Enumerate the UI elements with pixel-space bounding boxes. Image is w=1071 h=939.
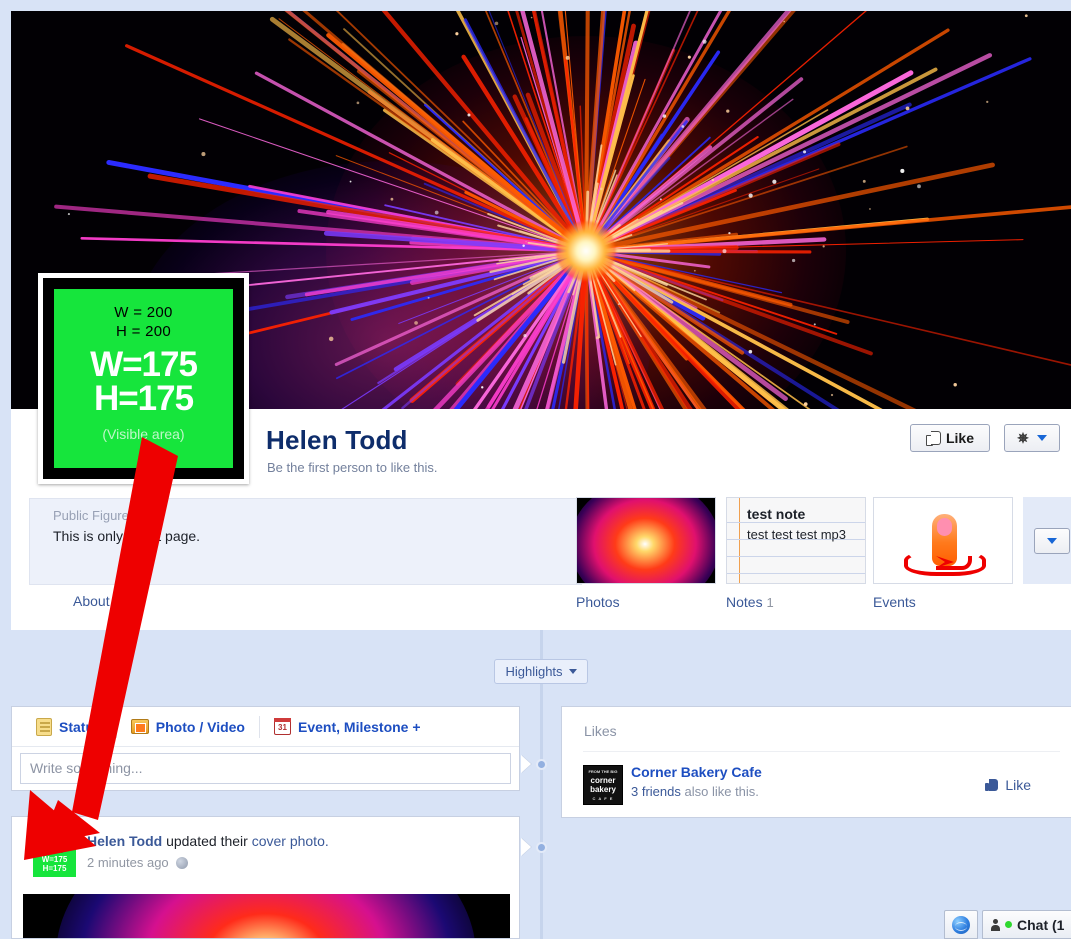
timeline-pointer	[521, 838, 531, 856]
chat-label: Chat (1	[1017, 916, 1065, 933]
tile-notes-count: 1	[766, 595, 774, 610]
thumbs-up-icon	[985, 778, 999, 792]
highlights-dropdown[interactable]: Highlights	[494, 659, 588, 684]
post-timestamp[interactable]: 2 minutes ago	[87, 855, 169, 870]
pp-w200-label: W = 200	[114, 304, 173, 321]
post-header: Helen Todd updated their cover photo.	[87, 833, 329, 849]
avatar-visible-area: (Visible area)	[33, 876, 76, 877]
profile-picture[interactable]: W = 200 H = 200 W=175 H=175 (Visible are…	[38, 273, 249, 484]
composer-tab-photo-label: Photo / Video	[155, 718, 245, 735]
post-action: updated their	[162, 833, 252, 849]
chevron-down-icon	[568, 669, 577, 674]
more-tiles-area	[1023, 497, 1071, 584]
gear-icon: ✵	[1017, 430, 1029, 446]
notes-thumbnail[interactable]: test note test test test mp3	[726, 497, 866, 584]
timeline-post: W = 200 H = 200 W=175 H=175 (Visible are…	[11, 816, 520, 939]
tile-notes-label[interactable]: Notes 1	[726, 594, 866, 610]
liked-page-name[interactable]: Corner Bakery Cafe	[631, 764, 762, 780]
like-link[interactable]: Like	[985, 777, 1031, 793]
logo-line-2: bakery	[590, 785, 616, 794]
post-object-link[interactable]: cover photo.	[252, 833, 329, 849]
logo-line-3: C A F E	[592, 796, 614, 801]
timeline-dot	[536, 759, 547, 770]
chat-button[interactable]: Chat (1	[982, 910, 1071, 939]
globe-icon	[952, 915, 970, 934]
like-button[interactable]: Like	[910, 424, 990, 452]
pp-h175-label: H=175	[93, 379, 194, 418]
post-composer[interactable]: Status Photo / Video 31 Event, Milestone…	[11, 706, 520, 791]
about-box: Public Figure This is only a test page.	[29, 498, 582, 585]
globe-icon	[175, 856, 188, 869]
pp-h200-label: H = 200	[115, 323, 172, 340]
pp-visible-area-label: (Visible area)	[102, 426, 185, 442]
avatar-h175: H=175	[42, 864, 67, 873]
thumbs-up-icon	[925, 431, 941, 446]
friends-suffix: also like this.	[680, 784, 759, 799]
composer-tab-status-label: Status	[59, 718, 102, 735]
note-body: test test test mp3	[747, 527, 846, 542]
tile-photos[interactable]: Photos	[576, 497, 716, 610]
more-tiles-button[interactable]	[1034, 527, 1070, 554]
tile-photos-label[interactable]: Photos	[576, 594, 716, 610]
photos-thumbnail[interactable]	[576, 497, 716, 584]
composer-tabs: Status Photo / Video 31 Event, Milestone…	[12, 707, 519, 747]
avatar[interactable]: W = 200 H = 200 W=175 H=175 (Visible are…	[33, 834, 76, 877]
page-settings-button[interactable]: ✵	[1004, 424, 1060, 452]
timeline-dot	[536, 842, 547, 853]
calendar-icon: 31	[274, 718, 291, 735]
facebook-page-screenshot: W = 200 H = 200 W=175 H=175 (Visible are…	[0, 0, 1071, 939]
notifications-globe-button[interactable]	[944, 910, 978, 939]
like-button-label: Like	[945, 430, 974, 446]
page-category: Public Figure	[53, 508, 129, 523]
corner-bakery-logo[interactable]: FROM THE BIG corner bakery C A F E	[583, 765, 623, 805]
highlights-label: Highlights	[505, 664, 563, 679]
chevron-down-icon	[1047, 537, 1057, 544]
post-photo[interactable]	[23, 894, 510, 938]
composer-tab-status[interactable]: Status	[22, 707, 116, 747]
profile-picture-image: W = 200 H = 200 W=175 H=175 (Visible are…	[54, 289, 233, 468]
composer-input[interactable]: Write something...	[20, 753, 511, 784]
photo-video-icon	[130, 719, 149, 734]
fireworks-core	[556, 221, 616, 281]
online-status-dot	[1005, 921, 1012, 928]
info-tiles-row: Public Figure This is only a test page. …	[11, 489, 1071, 630]
likes-title: Likes	[584, 723, 617, 739]
page-title: Helen Todd	[266, 425, 408, 455]
logo-line-1: corner	[590, 776, 616, 785]
likes-box: Likes FROM THE BIG corner bakery C A F E…	[561, 706, 1071, 818]
page-description: This is only a test page.	[53, 528, 201, 544]
profile-picture-border: W = 200 H = 200 W=175 H=175 (Visible are…	[43, 278, 244, 479]
chevron-down-icon	[1036, 435, 1047, 441]
fingernail-icon	[937, 518, 952, 536]
person-icon	[991, 918, 1000, 931]
avatar-w175: W=175	[41, 855, 68, 864]
like-link-label: Like	[1005, 777, 1031, 793]
note-margin-line	[739, 498, 740, 583]
pp-w175-label: W=175	[90, 345, 198, 384]
bottom-chat-bar: Chat (1	[944, 910, 1071, 939]
tile-notes[interactable]: test note test test test mp3 Notes 1	[726, 497, 866, 610]
divider	[583, 751, 1060, 752]
composer-tab-event-label: Event, Milestone +	[298, 718, 421, 735]
status-note-icon	[36, 717, 52, 736]
composer-tab-event[interactable]: 31 Event, Milestone +	[260, 707, 435, 747]
about-link[interactable]: About	[73, 593, 110, 609]
timeline-pointer	[521, 755, 531, 773]
tile-events-label[interactable]: Events	[873, 594, 1013, 610]
note-title: test note	[747, 506, 806, 522]
composer-tab-photo-video[interactable]: Photo / Video	[117, 707, 259, 747]
tile-events[interactable]: Events	[873, 497, 1013, 610]
logo-top-text: FROM THE BIG	[588, 769, 618, 774]
post-author[interactable]: Helen Todd	[87, 833, 162, 849]
liked-page-friends: 3 friends also like this.	[631, 784, 759, 799]
page-subtitle: Be the first person to like this.	[267, 460, 438, 475]
post-timestamp-row: 2 minutes ago	[87, 855, 188, 870]
events-thumbnail[interactable]	[873, 497, 1013, 584]
friends-count-link[interactable]: 3 friends	[631, 784, 681, 799]
